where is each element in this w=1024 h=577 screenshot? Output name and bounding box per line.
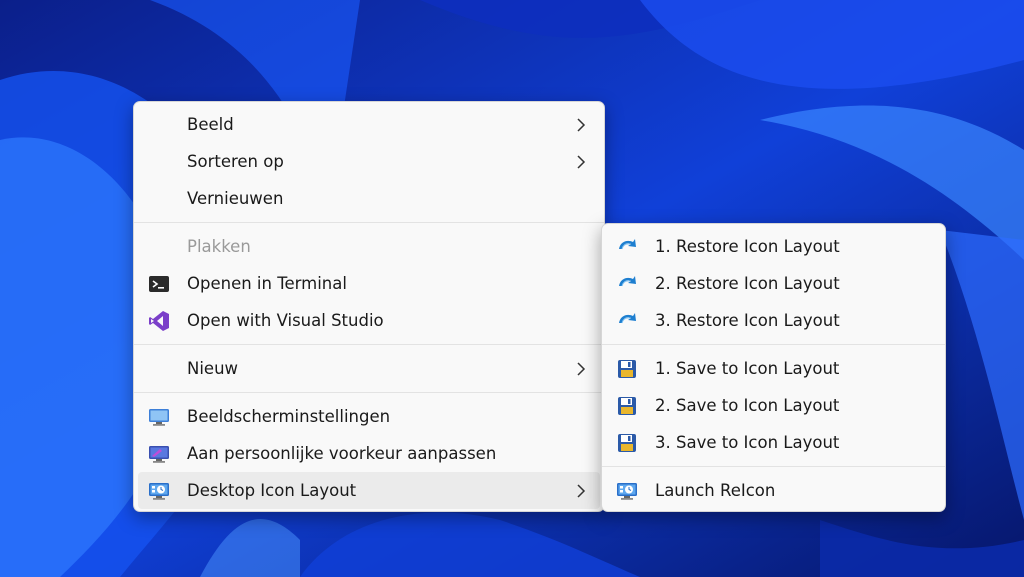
visual-studio-icon <box>149 311 169 331</box>
menu-item-label: Aan persoonlijke voorkeur aanpassen <box>187 444 497 463</box>
terminal-icon <box>149 276 169 292</box>
menu-item-beeldscherminstellingen[interactable]: Beeldscherminstellingen <box>138 398 600 435</box>
submenu-item-launch-reicon[interactable]: Launch ReIcon <box>606 472 941 509</box>
submenu-item-restore-3[interactable]: 3. Restore Icon Layout <box>606 302 941 339</box>
reicon-icon <box>617 483 637 500</box>
menu-item-open-with-visual-studio[interactable]: Open with Visual Studio <box>138 302 600 339</box>
submenu-item-label: 1. Restore Icon Layout <box>655 237 840 256</box>
chevron-right-icon <box>577 362 586 376</box>
submenu-item-save-2[interactable]: 2. Save to Icon Layout <box>606 387 941 424</box>
chevron-right-icon <box>577 484 586 498</box>
desktop-icon-layout-submenu: 1. Restore Icon Layout 2. Restore Icon L… <box>601 223 946 512</box>
menu-item-beeld[interactable]: Beeld <box>138 106 600 143</box>
submenu-item-label: 2. Restore Icon Layout <box>655 274 840 293</box>
submenu-item-label: Launch ReIcon <box>655 481 776 500</box>
menu-item-nieuw[interactable]: Nieuw <box>138 350 600 387</box>
menu-item-label: Sorteren op <box>187 152 284 171</box>
desktop-context-menu: Beeld Sorteren op Vernieuwen Plakken Ope… <box>133 101 605 512</box>
menu-item-label: Vernieuwen <box>187 189 284 208</box>
chevron-right-icon <box>577 155 586 169</box>
submenu-item-restore-2[interactable]: 2. Restore Icon Layout <box>606 265 941 302</box>
submenu-item-label: 3. Save to Icon Layout <box>655 433 840 452</box>
menu-separator <box>134 222 604 223</box>
restore-arrow-icon <box>619 276 636 287</box>
save-floppy-icon <box>618 434 636 452</box>
submenu-item-restore-1[interactable]: 1. Restore Icon Layout <box>606 228 941 265</box>
submenu-item-save-3[interactable]: 3. Save to Icon Layout <box>606 424 941 461</box>
chevron-right-icon <box>577 118 586 132</box>
menu-separator <box>134 392 604 393</box>
save-floppy-icon <box>618 397 636 415</box>
submenu-item-label: 3. Restore Icon Layout <box>655 311 840 330</box>
menu-item-label: Beeld <box>187 115 234 134</box>
menu-item-openen-in-terminal[interactable]: Openen in Terminal <box>138 265 600 302</box>
menu-item-label: Desktop Icon Layout <box>187 481 357 500</box>
menu-item-label: Openen in Terminal <box>187 274 347 293</box>
personalize-icon <box>149 446 169 463</box>
save-floppy-icon <box>618 360 636 378</box>
menu-separator <box>602 344 945 345</box>
menu-item-desktop-icon-layout[interactable]: Desktop Icon Layout <box>138 472 600 509</box>
menu-item-sorteren-op[interactable]: Sorteren op <box>138 143 600 180</box>
reicon-icon <box>149 483 169 500</box>
menu-item-personalize[interactable]: Aan persoonlijke voorkeur aanpassen <box>138 435 600 472</box>
restore-arrow-icon <box>619 239 636 250</box>
menu-item-label: Plakken <box>187 237 251 256</box>
menu-separator <box>134 344 604 345</box>
submenu-item-save-1[interactable]: 1. Save to Icon Layout <box>606 350 941 387</box>
display-settings-icon <box>149 409 169 426</box>
menu-item-label: Nieuw <box>187 359 239 378</box>
restore-arrow-icon <box>619 313 636 324</box>
menu-separator <box>602 466 945 467</box>
menu-item-label: Open with Visual Studio <box>187 311 384 330</box>
submenu-item-label: 2. Save to Icon Layout <box>655 396 840 415</box>
menu-item-label: Beeldscherminstellingen <box>187 407 391 426</box>
menu-item-vernieuwen[interactable]: Vernieuwen <box>138 180 600 217</box>
submenu-item-label: 1. Save to Icon Layout <box>655 359 840 378</box>
menu-item-plakken: Plakken <box>138 228 600 265</box>
